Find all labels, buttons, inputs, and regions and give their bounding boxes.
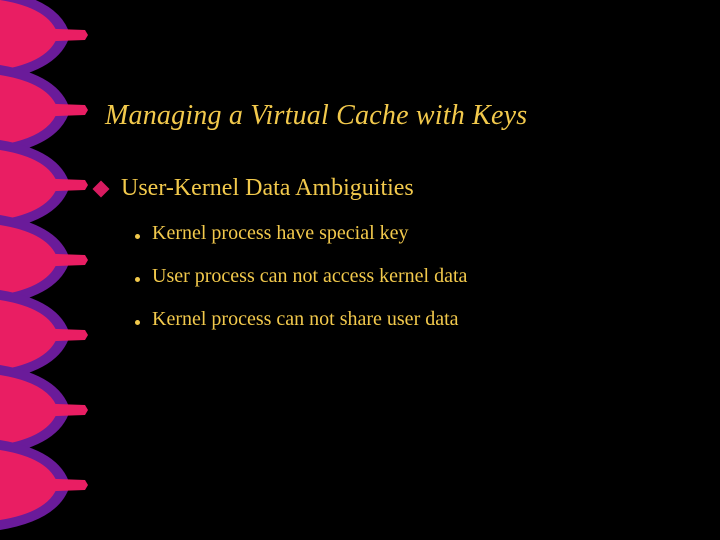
bullet-level2: Kernel process have special key	[135, 222, 675, 245]
bullet-level1: User-Kernel Data Ambiguities	[95, 175, 675, 202]
dot-icon	[135, 320, 140, 325]
bullet-level2-text: User process can not access kernel data	[152, 265, 467, 288]
dot-icon	[135, 234, 140, 239]
bullet-level2-text: Kernel process have special key	[152, 222, 409, 245]
slide-body: User-Kernel Data Ambiguities Kernel proc…	[95, 175, 675, 351]
bullet-level1-text: User-Kernel Data Ambiguities	[121, 175, 414, 202]
bullet-level2: Kernel process can not share user data	[135, 308, 675, 331]
spiral-decoration	[0, 0, 110, 540]
slide-title: Managing a Virtual Cache with Keys	[105, 100, 527, 132]
dot-icon	[135, 277, 140, 282]
diamond-icon	[93, 181, 110, 198]
bullet-level2-text: Kernel process can not share user data	[152, 308, 459, 331]
bullet-level2: User process can not access kernel data	[135, 265, 675, 288]
